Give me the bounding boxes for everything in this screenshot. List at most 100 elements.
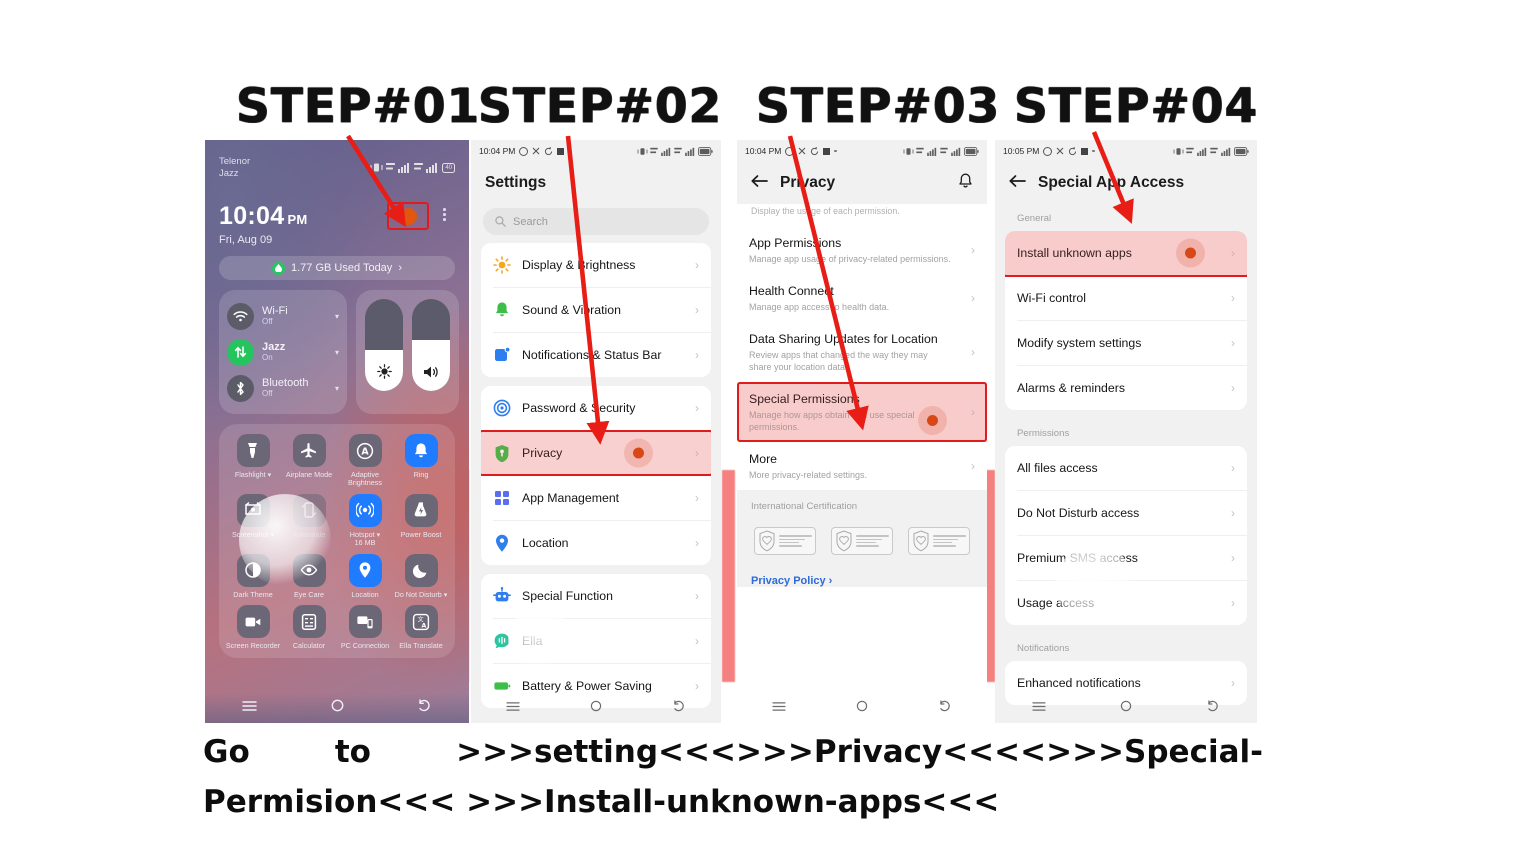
- home-icon[interactable]: [331, 699, 344, 717]
- special-access-row-do-not-disturb-access[interactable]: Do Not Disturb access ›: [1005, 491, 1247, 535]
- special-access-row-install-unknown-apps[interactable]: Install unknown apps ›: [1005, 231, 1247, 277]
- quick-tile-calculator[interactable]: Calculator: [281, 605, 337, 650]
- back-icon[interactable]: [939, 699, 952, 717]
- settings-row-sound-vibration[interactable]: Sound & Vibration ›: [481, 288, 711, 332]
- special-access-row-wi-fi-control[interactable]: Wi-Fi control ›: [1005, 276, 1247, 320]
- chevron-right-icon: ›: [1231, 551, 1235, 565]
- quick-tile-location[interactable]: Location: [337, 553, 393, 599]
- overflow-menu-icon[interactable]: [443, 208, 446, 221]
- quick-tile-eye-care[interactable]: Eye Care: [281, 553, 337, 599]
- battery-icon: 40: [442, 162, 455, 173]
- tap-indicator: [918, 406, 947, 435]
- volume-slider[interactable]: [412, 299, 450, 391]
- back-icon[interactable]: [1207, 699, 1220, 717]
- chevron-down-icon[interactable]: ▾: [377, 530, 381, 539]
- svg-text:A: A: [421, 621, 426, 629]
- settings-row-password-security[interactable]: Password & Security ›: [481, 386, 711, 430]
- home-icon[interactable]: [590, 699, 602, 717]
- menu-icon[interactable]: [242, 699, 257, 717]
- chevron-right-icon: ›: [971, 291, 975, 305]
- quick-tile-adaptive-brightness[interactable]: A Adaptive Brightness: [337, 434, 393, 488]
- app-badge-icon: [1081, 147, 1089, 155]
- quick-tile-power-boost[interactable]: Power Boost: [393, 493, 449, 548]
- settings-row-notifications-status-bar[interactable]: Notifications & Status Bar ›: [481, 333, 711, 377]
- privacy-item-card: Data Sharing Updates for Location Review …: [737, 322, 987, 382]
- settings-row-ella[interactable]: Ella ›: [481, 619, 711, 663]
- conn-name: Jazz: [262, 341, 286, 353]
- step-heading-1: STEP#01: [236, 79, 481, 134]
- back-arrow-icon[interactable]: [1009, 174, 1026, 193]
- home-icon[interactable]: [856, 699, 868, 717]
- instruction-caption: Go to >>>setting<<<>>>Privacy<<<<>>>Spec…: [203, 727, 1263, 827]
- privacy-row-subtitle: Manage app usage of privacy-related perm…: [749, 254, 951, 264]
- settings-row-special-function[interactable]: Special Function ›: [481, 574, 711, 618]
- chevron-down-icon[interactable]: ▾: [335, 312, 339, 321]
- status-bar: 10:05 PM: [995, 140, 1257, 162]
- chevron-right-icon: ›: [695, 491, 699, 505]
- chevron-down-icon[interactable]: ▾: [335, 348, 339, 357]
- sync-icon: [811, 146, 819, 155]
- special-access-row-premium-sms-access[interactable]: Premium SMS access ›: [1005, 536, 1247, 580]
- quick-tile-screenshot[interactable]: Screenshot ▾: [225, 493, 281, 548]
- connectivity-row-bluetooth[interactable]: Bluetooth Off ▾: [227, 370, 339, 406]
- back-icon[interactable]: [673, 699, 686, 717]
- back-arrow-icon[interactable]: [751, 174, 768, 193]
- chevron-right-icon: ›: [971, 345, 975, 359]
- privacy-policy-link[interactable]: Privacy Policy ›: [737, 565, 987, 587]
- settings-row-privacy[interactable]: Privacy ›: [481, 430, 711, 476]
- quick-tile-hotspot[interactable]: Hotspot ▾ 16 MB: [337, 493, 393, 548]
- special-access-row-all-files-access[interactable]: All files access ›: [1005, 446, 1247, 490]
- quick-tile-dark-theme[interactable]: Dark Theme: [225, 553, 281, 599]
- chevron-right-icon: ›: [1231, 336, 1235, 350]
- quick-tile-airplane[interactable]: Airplane Mode: [281, 434, 337, 488]
- privacy-shield-icon: [493, 444, 511, 462]
- brightness-slider[interactable]: [365, 299, 403, 391]
- search-input[interactable]: Search: [483, 208, 709, 235]
- privacy-item-card: More More privacy-related settings. ›: [737, 442, 987, 490]
- back-icon[interactable]: [418, 699, 432, 717]
- menu-icon[interactable]: [1032, 699, 1046, 717]
- quick-tile-moon[interactable]: Do Not Disturb ▾: [393, 553, 449, 599]
- quick-tile-pc-connection[interactable]: PC Connection: [337, 605, 393, 650]
- connectivity-row-wifi[interactable]: Wi-Fi Off ▾: [227, 298, 339, 334]
- chevron-down-icon[interactable]: ▾: [268, 470, 272, 479]
- connectivity-row-mobiledata[interactable]: Jazz On ▾: [227, 334, 339, 370]
- quick-tile-translate[interactable]: 文 A Ella Translate: [393, 605, 449, 650]
- screenshot-icon: [236, 493, 270, 527]
- data-usage-pill[interactable]: 1.77 GB Used Today ›: [219, 256, 455, 280]
- privacy-row-app-permissions[interactable]: App Permissions Manage app usage of priva…: [737, 226, 987, 274]
- quick-tile-screen-recorder[interactable]: Screen Recorder: [225, 605, 281, 650]
- menu-icon[interactable]: [506, 699, 520, 717]
- settings-row-display-brightness[interactable]: Display & Brightness ›: [481, 243, 711, 287]
- home-icon[interactable]: [1120, 699, 1132, 717]
- chevron-down-icon[interactable]: ▾: [270, 530, 274, 539]
- battery-icon: [698, 146, 713, 156]
- data-usage-label: 1.77 GB Used Today: [291, 262, 393, 274]
- conn-state: Off: [262, 389, 273, 398]
- close-app-icon: [799, 147, 806, 155]
- settings-shortcut-icon[interactable]: [400, 208, 417, 225]
- special-access-group: Install unknown apps › Wi-Fi control › Modif…: [1005, 231, 1247, 410]
- bluetooth-icon: [227, 374, 254, 402]
- quick-tile-bell[interactable]: Ring: [393, 434, 449, 488]
- privacy-row-special-permissions[interactable]: Special Permissions Manage how apps obtai…: [737, 382, 987, 442]
- quick-tile-label: Hotspot ▾ 16 MB: [349, 529, 381, 548]
- chevron-down-icon[interactable]: ▾: [444, 590, 448, 599]
- bell-icon[interactable]: [958, 173, 973, 194]
- dot-icon: [568, 149, 571, 153]
- chevron-down-icon[interactable]: ▾: [335, 384, 339, 393]
- special-access-row-usage-access[interactable]: Usage access ›: [1005, 581, 1247, 625]
- settings-row-app-management[interactable]: App Management ›: [481, 476, 711, 520]
- status-icons: 40: [370, 162, 455, 173]
- menu-icon[interactable]: [772, 699, 786, 717]
- chevron-right-icon: ›: [695, 348, 699, 362]
- privacy-row-health-connect[interactable]: Health Connect Manage app access to healt…: [737, 274, 987, 322]
- quick-tile-flashlight[interactable]: Flashlight ▾: [225, 434, 281, 488]
- quick-tile-label: Dark Theme: [233, 589, 273, 599]
- quick-tile-autorotate[interactable]: Autorotate: [281, 493, 337, 548]
- settings-row-location[interactable]: Location ›: [481, 521, 711, 565]
- privacy-row-more[interactable]: More More privacy-related settings. ›: [737, 442, 987, 490]
- special-access-row-alarms-reminders[interactable]: Alarms & reminders ›: [1005, 366, 1247, 410]
- special-access-row-modify-system-settings[interactable]: Modify system settings ›: [1005, 321, 1247, 365]
- privacy-row-data-sharing-updates-for-location[interactable]: Data Sharing Updates for Location Review …: [737, 322, 987, 382]
